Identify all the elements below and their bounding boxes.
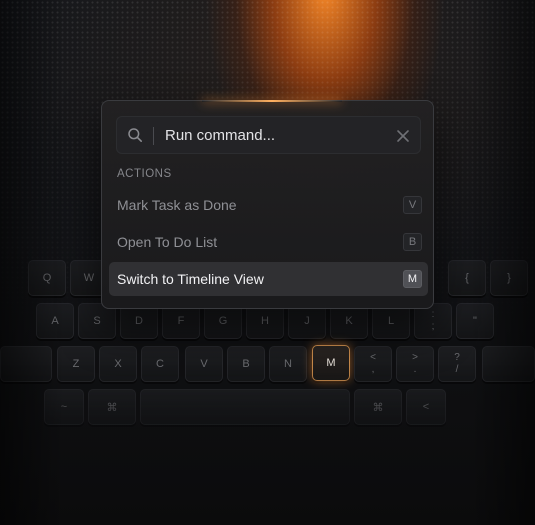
key-bottom-label: ,	[371, 364, 375, 375]
keyboard-key-highlighted: M	[312, 345, 350, 381]
keyboard-key: X	[99, 346, 137, 382]
shortcut-key: M	[403, 270, 422, 288]
keyboard-key: "	[456, 303, 494, 339]
command-item-label: Mark Task as Done	[117, 197, 237, 213]
command-item-mark-task-done[interactable]: Mark Task as Done V	[109, 188, 428, 222]
keyboard-key: ⌘	[88, 389, 136, 425]
command-item-open-todo-list[interactable]: Open To Do List B	[109, 225, 428, 259]
keyboard-key: <,	[354, 346, 392, 382]
keyboard-key: A	[36, 303, 74, 339]
keyboard-key: >.	[396, 346, 434, 382]
keyboard-key: C	[141, 346, 179, 382]
shortcut-key: B	[403, 233, 422, 251]
key-top-label: :	[431, 309, 435, 320]
key-bottom-label: /	[455, 364, 459, 375]
keyboard-key: N	[269, 346, 307, 382]
keyboard-key: ? /	[438, 346, 476, 382]
search-divider	[153, 127, 154, 145]
keyboard-key: V	[185, 346, 223, 382]
keyboard-key	[482, 346, 535, 382]
keyboard-key: B	[227, 346, 265, 382]
command-item-label: Open To Do List	[117, 234, 218, 250]
shortcut-key: V	[403, 196, 422, 214]
key-bottom-label: ;	[431, 321, 435, 332]
keyboard-key: Z	[57, 346, 95, 382]
search-input[interactable]: Run command...	[165, 127, 275, 144]
keyboard-spacebar	[140, 389, 350, 425]
key-top-label: >	[412, 352, 418, 363]
keyboard-key	[0, 346, 52, 382]
keyboard-key: {	[448, 260, 486, 296]
accent-glow-line	[202, 100, 342, 102]
keyboard-key: Q	[28, 260, 66, 296]
command-item-label: Switch to Timeline View	[117, 271, 264, 287]
search-icon	[128, 128, 142, 142]
key-bottom-label: .	[413, 364, 417, 375]
keyboard-key: ⌘	[354, 389, 402, 425]
command-item-switch-timeline-view[interactable]: Switch to Timeline View M	[109, 262, 428, 296]
close-icon[interactable]	[396, 129, 410, 143]
key-top-label: <	[370, 352, 376, 363]
section-label: ACTIONS	[117, 168, 172, 180]
keyboard-key: <	[406, 389, 446, 425]
keyboard-key: }	[490, 260, 528, 296]
command-palette: Run command... ACTIONS Mark Task as Done…	[101, 100, 434, 309]
search-bar[interactable]: Run command...	[116, 116, 421, 154]
keyboard-key: ~	[44, 389, 84, 425]
key-top-label: ?	[454, 352, 460, 363]
